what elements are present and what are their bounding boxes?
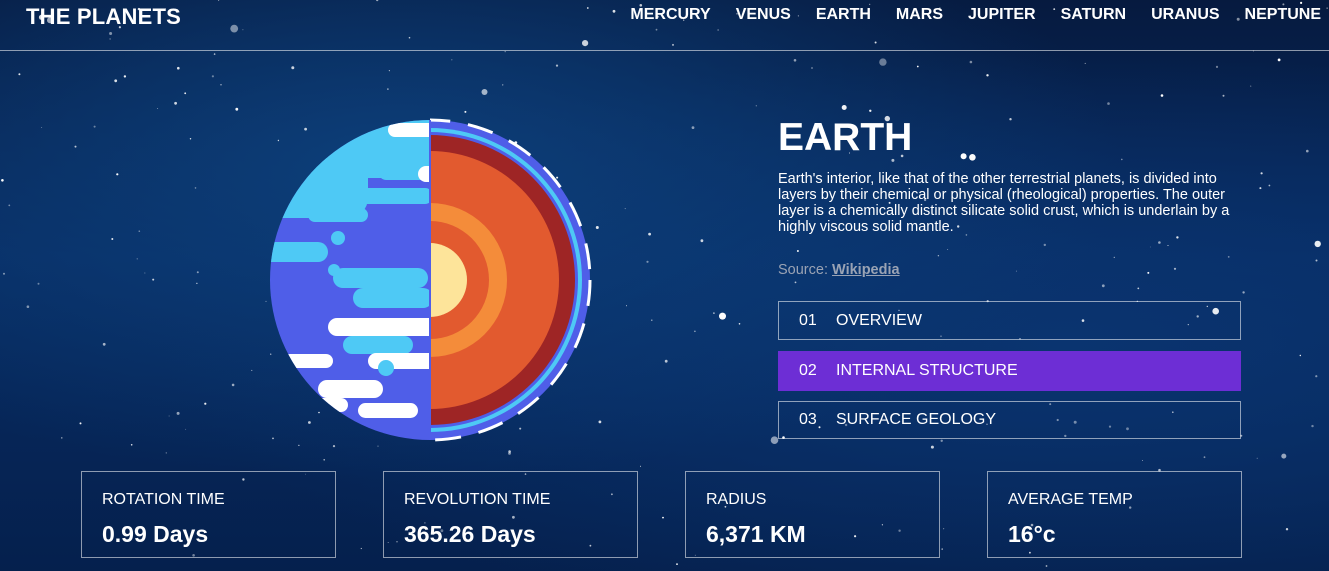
planet-description: Earth's interior, like that of the other…: [778, 171, 1230, 235]
tab-number: 03: [799, 411, 817, 428]
stat-value: 365.26 Days: [404, 521, 536, 547]
source-link-wikipedia[interactable]: Wikipedia: [832, 262, 900, 278]
nav-link-mercury[interactable]: MERCURY: [630, 6, 710, 24]
nav-link-saturn[interactable]: SATURN: [1061, 6, 1126, 24]
nav-link-uranus[interactable]: URANUS: [1151, 6, 1219, 24]
stat-revolution-time: REVOLUTION TIME 365.26 Days: [383, 471, 638, 558]
source-label: Source:: [778, 262, 828, 278]
tab-number: 02: [799, 362, 817, 379]
nav-link-earth[interactable]: EARTH: [816, 6, 871, 24]
stat-label: REVOLUTION TIME: [404, 491, 551, 508]
source-line: Source: Wikipedia: [778, 262, 900, 278]
tab-number: 01: [799, 311, 817, 329]
stat-value: 16°c: [1008, 521, 1056, 547]
stat-value: 6,371 KM: [706, 521, 806, 547]
tab-label: INTERNAL STRUCTURE: [836, 362, 1018, 379]
stat-label: RADIUS: [706, 491, 767, 508]
planet-title: EARTH: [778, 116, 913, 159]
stat-rotation-time: ROTATION TIME 0.99 Days: [81, 471, 336, 558]
nav-link-jupiter[interactable]: JUPITER: [968, 6, 1036, 24]
tab-label: OVERVIEW: [836, 311, 922, 329]
stat-label: ROTATION TIME: [102, 491, 225, 508]
stat-value: 0.99 Days: [102, 521, 209, 547]
planet-nav: MERCURY VENUS EARTH MARS JUPITER SATURN …: [605, 6, 1321, 24]
nav-link-neptune[interactable]: NEPTUNE: [1245, 6, 1321, 24]
stat-label: AVERAGE TEMP: [1008, 491, 1133, 508]
tab-overview[interactable]: 01 OVERVIEW: [778, 301, 1241, 340]
stat-radius: RADIUS 6,371 KM: [685, 471, 940, 558]
tab-surface-geology[interactable]: 03 SURFACE GEOLOGY: [778, 401, 1241, 439]
site-header: THE PLANETS MERCURY VENUS EARTH MARS JUP…: [0, 0, 1329, 51]
tab-internal-structure[interactable]: 02 INTERNAL STRUCTURE: [778, 351, 1241, 391]
tab-label: SURFACE GEOLOGY: [836, 411, 997, 428]
earth-internal-structure-illustration: [270, 118, 592, 442]
stat-average-temp: AVERAGE TEMP 16°c: [987, 471, 1242, 558]
nav-link-mars[interactable]: MARS: [896, 6, 943, 24]
nav-link-venus[interactable]: VENUS: [736, 6, 791, 24]
site-logo[interactable]: THE PLANETS: [26, 4, 181, 30]
